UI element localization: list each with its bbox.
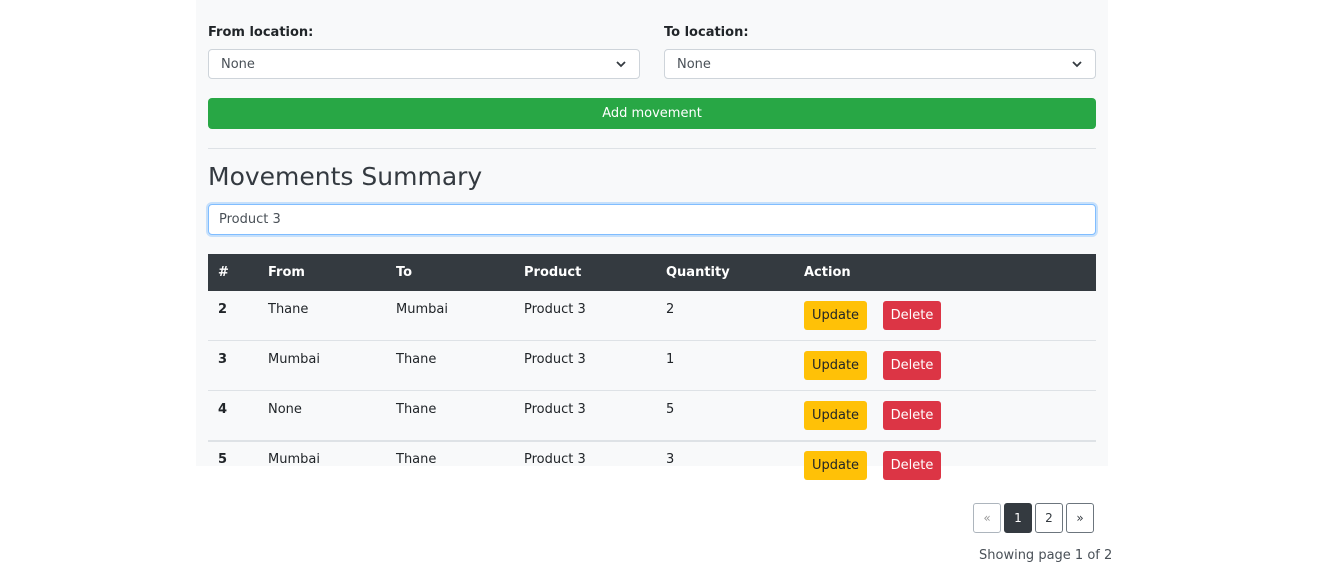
pagination-page-1[interactable]: 1 (1004, 503, 1032, 533)
table-row: 3 Mumbai Thane Product 3 1 Update Delete (208, 341, 1096, 391)
column-header-product: Product (524, 265, 582, 280)
to-location-label: To location: (664, 25, 749, 40)
row-quantity: 1 (666, 351, 675, 367)
row-from: None (268, 401, 302, 417)
row-to: Mumbai (396, 301, 448, 317)
update-button[interactable]: Update (804, 351, 867, 380)
column-header-to: To (396, 265, 413, 280)
table-row: 2 Thane Mumbai Product 3 2 Update Delete (208, 291, 1096, 341)
row-product: Product 3 (524, 401, 586, 417)
row-to: Thane (396, 351, 437, 367)
delete-button[interactable]: Delete (883, 451, 941, 480)
row-id: 2 (218, 301, 228, 317)
delete-button[interactable]: Delete (883, 301, 941, 330)
row-to: Thane (396, 451, 437, 467)
row-id: 4 (218, 401, 228, 417)
column-header-number: # (218, 265, 229, 280)
row-id: 3 (218, 351, 228, 367)
from-location-label: From location: (208, 25, 314, 40)
to-location-select[interactable]: None (664, 49, 1096, 79)
page-title: Movements Summary (208, 162, 483, 191)
search-input[interactable]: Product 3 (208, 204, 1096, 235)
table-header: # From To Product Quantity Action (208, 254, 1096, 291)
column-header-action: Action (804, 265, 851, 280)
add-movement-button[interactable]: Add movement (208, 98, 1096, 129)
chevron-down-icon (616, 61, 626, 68)
to-location-value: None (677, 56, 711, 72)
row-product: Product 3 (524, 451, 586, 467)
search-input-value: Product 3 (219, 212, 281, 227)
column-header-from: From (268, 265, 305, 280)
from-location-select[interactable]: None (208, 49, 640, 79)
update-button[interactable]: Update (804, 451, 867, 480)
delete-button[interactable]: Delete (883, 351, 941, 380)
pagination-next[interactable]: » (1066, 503, 1094, 533)
row-product: Product 3 (524, 351, 586, 367)
row-from: Mumbai (268, 351, 320, 367)
table-row: 4 None Thane Product 3 5 Update Delete (208, 391, 1096, 441)
column-header-quantity: Quantity (666, 265, 730, 280)
table-row: 5 Mumbai Thane Product 3 3 Update Delete (208, 441, 1096, 491)
row-divider (208, 441, 1096, 442)
update-button[interactable]: Update (804, 301, 867, 330)
movement-panel: From location: None To location: None Ad… (196, 0, 1108, 466)
row-to: Thane (396, 401, 437, 417)
pagination-page-2[interactable]: 2 (1035, 503, 1063, 533)
pagination-status: Showing page 1 of 2 (979, 548, 1113, 562)
pagination-prev[interactable]: « (973, 503, 1001, 533)
chevron-down-icon (1072, 61, 1082, 68)
row-quantity: 5 (666, 401, 675, 417)
row-from: Mumbai (268, 451, 320, 467)
row-from: Thane (268, 301, 309, 317)
from-location-value: None (221, 56, 255, 72)
update-button[interactable]: Update (804, 401, 867, 430)
row-product: Product 3 (524, 301, 586, 317)
pagination: « 1 2 » (973, 503, 1094, 533)
row-quantity: 3 (666, 451, 675, 467)
divider (208, 148, 1096, 149)
row-quantity: 2 (666, 301, 675, 317)
row-id: 5 (218, 451, 228, 467)
delete-button[interactable]: Delete (883, 401, 941, 430)
